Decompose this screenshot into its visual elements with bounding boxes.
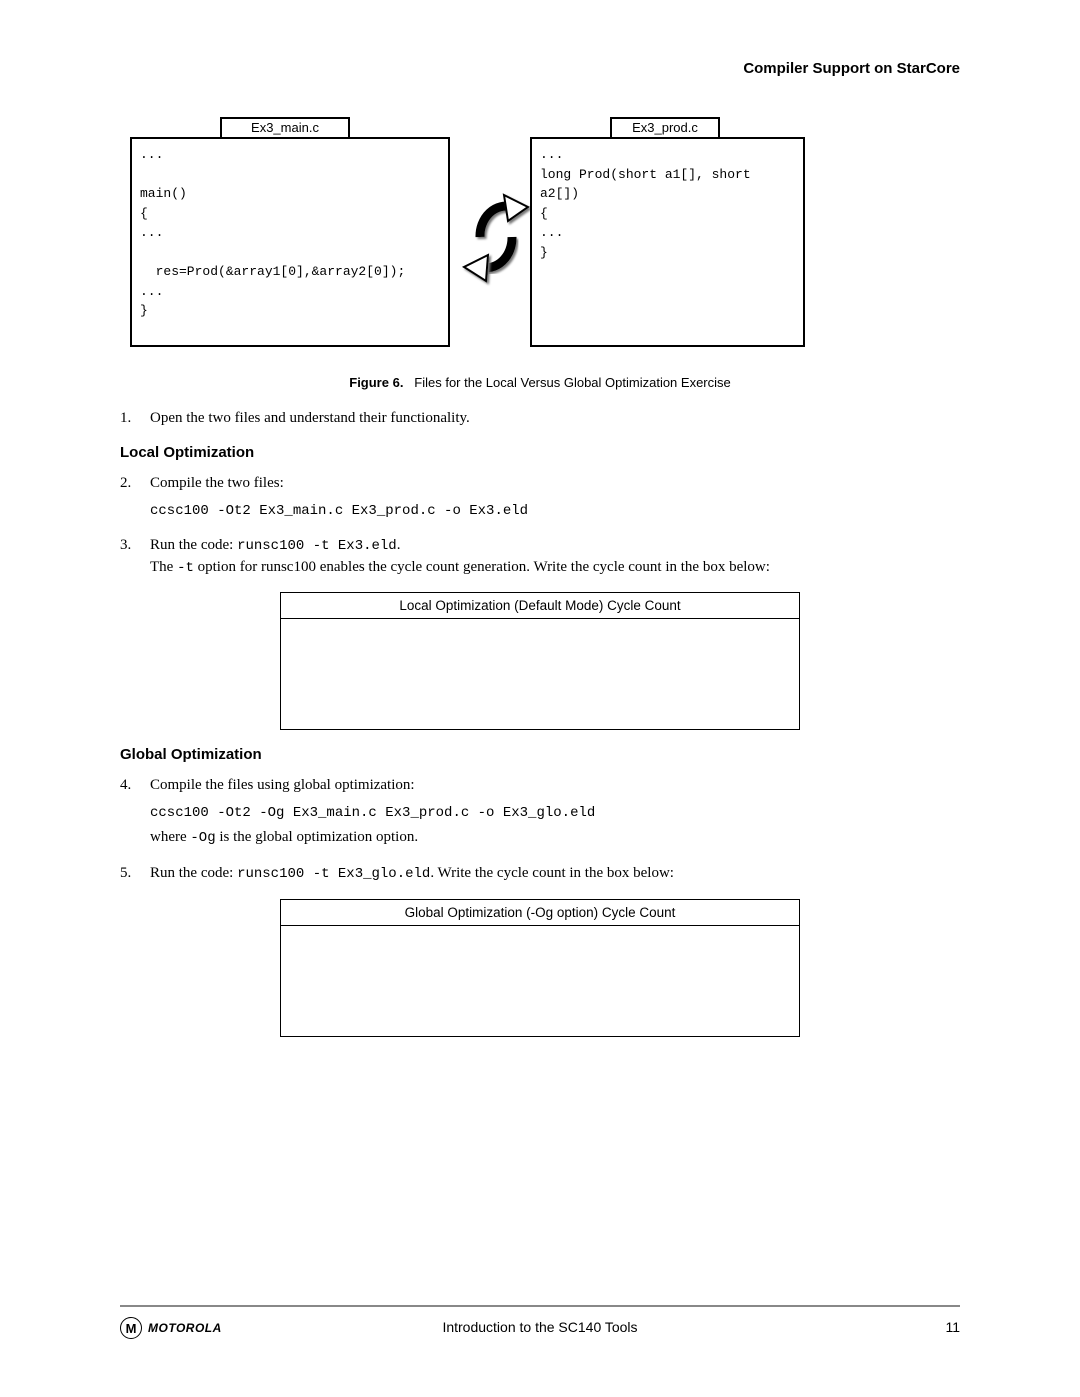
step-4-command: ccsc100 -Ot2 -Og Ex3_main.c Ex3_prod.c -… bbox=[150, 803, 960, 823]
footer-title: Introduction to the SC140 Tools bbox=[120, 1319, 960, 1335]
step-5-cmd: runsc100 -t Ex3_glo.eld bbox=[237, 866, 430, 882]
step-1: 1. Open the two files and understand the… bbox=[120, 408, 960, 430]
step-3-line2a: The bbox=[150, 559, 177, 575]
step-4-num: 4. bbox=[120, 775, 131, 797]
global-cycle-area[interactable] bbox=[281, 926, 799, 1036]
step-5-num: 5. bbox=[120, 863, 131, 885]
step-3-prefix: Run the code: bbox=[150, 537, 237, 553]
global-cycle-count-box: Global Optimization (-Og option) Cycle C… bbox=[280, 899, 800, 1037]
figure-label: Figure 6. bbox=[349, 375, 403, 390]
step-5: 5. Run the code: runsc100 -t Ex3_glo.eld… bbox=[120, 863, 960, 885]
step-5-suffix: . Write the cycle count in the box below… bbox=[430, 865, 674, 881]
step-4: 4. Compile the files using global optimi… bbox=[120, 775, 960, 849]
figure-caption-text: Files for the Local Versus Global Optimi… bbox=[414, 375, 730, 390]
heading-global-optimization: Global Optimization bbox=[120, 746, 960, 763]
figure-6: Ex3_main.c ... main() { ... res=Prod(&ar… bbox=[130, 117, 960, 367]
step-5-prefix: Run the code: bbox=[150, 865, 237, 881]
step-3-num: 3. bbox=[120, 535, 131, 557]
step-3-cmd: runsc100 -t Ex3.eld bbox=[237, 538, 397, 554]
figure-caption: Figure 6. Files for the Local Versus Glo… bbox=[120, 375, 960, 390]
step-2-command: ccsc100 -Ot2 Ex3_main.c Ex3_prod.c -o Ex… bbox=[150, 501, 960, 521]
local-cycle-count-box: Local Optimization (Default Mode) Cycle … bbox=[280, 592, 800, 730]
footer-rule bbox=[120, 1305, 960, 1307]
step-4-where-a: where bbox=[150, 829, 190, 845]
swap-arrows-icon bbox=[460, 177, 530, 297]
local-cycle-title: Local Optimization (Default Mode) Cycle … bbox=[281, 593, 799, 619]
step-4-where-b: is the global optimization option. bbox=[216, 829, 418, 845]
step-4-opt: -Og bbox=[190, 830, 215, 846]
local-cycle-area[interactable] bbox=[281, 619, 799, 729]
step-2-text: Compile the two files: bbox=[150, 475, 284, 491]
step-2-num: 2. bbox=[120, 473, 131, 495]
file-code-prod: ... long Prod(short a1[], short a2[]) { … bbox=[530, 137, 805, 347]
file-tab-main: Ex3_main.c bbox=[220, 117, 350, 137]
step-1-text: Open the two files and understand their … bbox=[150, 410, 470, 426]
page-number: 11 bbox=[945, 1319, 960, 1335]
global-cycle-title: Global Optimization (-Og option) Cycle C… bbox=[281, 900, 799, 926]
footer: M MOTOROLA Introduction to the SC140 Too… bbox=[120, 1317, 960, 1347]
file-tab-prod: Ex3_prod.c bbox=[610, 117, 720, 137]
step-3-suffix: . bbox=[397, 537, 401, 553]
step-1-num: 1. bbox=[120, 408, 131, 430]
section-header: Compiler Support on StarCore bbox=[120, 60, 960, 77]
step-3-opt: -t bbox=[177, 560, 194, 576]
content: 1. Open the two files and understand the… bbox=[120, 408, 960, 1037]
step-3: 3. Run the code: runsc100 -t Ex3.eld. Th… bbox=[120, 535, 960, 579]
step-4-text: Compile the files using global optimizat… bbox=[150, 777, 415, 793]
step-3-line2b: option for runsc100 enables the cycle co… bbox=[194, 559, 770, 575]
file-code-main: ... main() { ... res=Prod(&array1[0],&ar… bbox=[130, 137, 450, 347]
heading-local-optimization: Local Optimization bbox=[120, 444, 960, 461]
step-2: 2. Compile the two files: ccsc100 -Ot2 E… bbox=[120, 473, 960, 521]
